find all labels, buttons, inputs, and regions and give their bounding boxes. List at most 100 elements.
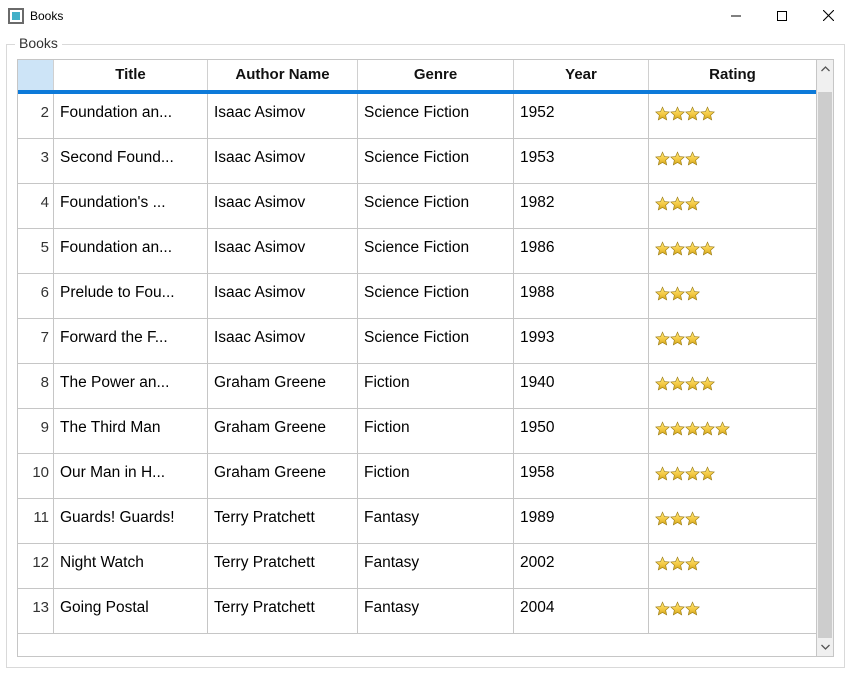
cell-rating[interactable] bbox=[649, 409, 816, 453]
table-row[interactable]: 6Prelude to Fou...Isaac AsimovScience Fi… bbox=[18, 274, 816, 319]
table-row[interactable]: 4Foundation's ...Isaac AsimovScience Fic… bbox=[18, 184, 816, 229]
row-number[interactable]: 6 bbox=[18, 274, 54, 318]
cell-genre[interactable]: Fantasy bbox=[358, 589, 514, 633]
col-rating[interactable]: Rating bbox=[649, 60, 816, 90]
cell-year[interactable]: 1986 bbox=[514, 229, 649, 273]
row-number[interactable]: 5 bbox=[18, 229, 54, 273]
cell-genre[interactable]: Science Fiction bbox=[358, 139, 514, 183]
cell-genre[interactable]: Fiction bbox=[358, 454, 514, 498]
cell-year[interactable]: 2002 bbox=[514, 544, 649, 588]
minimize-button[interactable] bbox=[713, 0, 759, 31]
cell-title[interactable]: Night Watch bbox=[54, 544, 208, 588]
col-title[interactable]: Title bbox=[54, 60, 208, 90]
table-row[interactable]: 9The Third ManGraham GreeneFiction1950 bbox=[18, 409, 816, 454]
cell-author[interactable]: Isaac Asimov bbox=[208, 274, 358, 318]
cell-genre[interactable]: Science Fiction bbox=[358, 94, 514, 138]
books-grid[interactable]: Title Author Name Genre Year Rating 2Fou… bbox=[17, 59, 817, 657]
cell-genre[interactable]: Science Fiction bbox=[358, 319, 514, 363]
cell-genre[interactable]: Science Fiction bbox=[358, 184, 514, 228]
cell-title[interactable]: The Power an... bbox=[54, 364, 208, 408]
cell-author[interactable]: Isaac Asimov bbox=[208, 139, 358, 183]
table-row[interactable]: 2Foundation an...Isaac AsimovScience Fic… bbox=[18, 94, 816, 139]
table-row[interactable]: 12Night WatchTerry PratchettFantasy2002 bbox=[18, 544, 816, 589]
cell-author[interactable]: Graham Greene bbox=[208, 364, 358, 408]
row-header-corner[interactable] bbox=[18, 60, 54, 90]
row-number[interactable]: 11 bbox=[18, 499, 54, 543]
cell-year[interactable]: 1940 bbox=[514, 364, 649, 408]
cell-rating[interactable] bbox=[649, 589, 816, 633]
cell-author[interactable]: Terry Pratchett bbox=[208, 544, 358, 588]
cell-rating[interactable] bbox=[649, 94, 816, 138]
scroll-track[interactable] bbox=[817, 78, 833, 638]
row-number[interactable]: 12 bbox=[18, 544, 54, 588]
row-number[interactable]: 7 bbox=[18, 319, 54, 363]
scroll-down-button[interactable] bbox=[817, 638, 833, 656]
row-number[interactable]: 8 bbox=[18, 364, 54, 408]
cell-title[interactable]: Forward the F... bbox=[54, 319, 208, 363]
cell-year[interactable]: 1950 bbox=[514, 409, 649, 453]
titlebar[interactable]: Books bbox=[0, 0, 851, 32]
maximize-button[interactable] bbox=[759, 0, 805, 31]
cell-genre[interactable]: Science Fiction bbox=[358, 274, 514, 318]
cell-genre[interactable]: Fantasy bbox=[358, 544, 514, 588]
cell-rating[interactable] bbox=[649, 319, 816, 363]
cell-title[interactable]: Foundation's ... bbox=[54, 184, 208, 228]
close-button[interactable] bbox=[805, 0, 851, 31]
cell-rating[interactable] bbox=[649, 454, 816, 498]
table-row[interactable]: 7Forward the F...Isaac AsimovScience Fic… bbox=[18, 319, 816, 364]
col-year[interactable]: Year bbox=[514, 60, 649, 90]
cell-year[interactable]: 1953 bbox=[514, 139, 649, 183]
row-number[interactable]: 3 bbox=[18, 139, 54, 183]
cell-author[interactable]: Isaac Asimov bbox=[208, 319, 358, 363]
cell-rating[interactable] bbox=[649, 139, 816, 183]
cell-author[interactable]: Terry Pratchett bbox=[208, 589, 358, 633]
cell-rating[interactable] bbox=[649, 544, 816, 588]
cell-title[interactable]: Second Found... bbox=[54, 139, 208, 183]
table-row[interactable]: 13Going PostalTerry PratchettFantasy2004 bbox=[18, 589, 816, 634]
cell-genre[interactable]: Fiction bbox=[358, 409, 514, 453]
cell-rating[interactable] bbox=[649, 184, 816, 228]
cell-genre[interactable]: Science Fiction bbox=[358, 229, 514, 273]
scroll-up-button[interactable] bbox=[817, 60, 833, 78]
scroll-thumb[interactable] bbox=[818, 92, 832, 638]
cell-title[interactable]: Going Postal bbox=[54, 589, 208, 633]
cell-year[interactable]: 1952 bbox=[514, 94, 649, 138]
cell-rating[interactable] bbox=[649, 229, 816, 273]
cell-author[interactable]: Isaac Asimov bbox=[208, 94, 358, 138]
table-row[interactable]: 8The Power an...Graham GreeneFiction1940 bbox=[18, 364, 816, 409]
cell-title[interactable]: Our Man in H... bbox=[54, 454, 208, 498]
table-row[interactable]: 10Our Man in H...Graham GreeneFiction195… bbox=[18, 454, 816, 499]
cell-year[interactable]: 1988 bbox=[514, 274, 649, 318]
cell-title[interactable]: Foundation an... bbox=[54, 229, 208, 273]
cell-rating[interactable] bbox=[649, 499, 816, 543]
cell-year[interactable]: 1993 bbox=[514, 319, 649, 363]
vertical-scrollbar[interactable] bbox=[817, 59, 834, 657]
cell-author[interactable]: Graham Greene bbox=[208, 454, 358, 498]
cell-year[interactable]: 1958 bbox=[514, 454, 649, 498]
cell-title[interactable]: Guards! Guards! bbox=[54, 499, 208, 543]
cell-year[interactable]: 2004 bbox=[514, 589, 649, 633]
row-number[interactable]: 9 bbox=[18, 409, 54, 453]
col-author[interactable]: Author Name bbox=[208, 60, 358, 90]
cell-genre[interactable]: Fiction bbox=[358, 364, 514, 408]
row-number[interactable]: 13 bbox=[18, 589, 54, 633]
col-genre[interactable]: Genre bbox=[358, 60, 514, 90]
cell-year[interactable]: 1982 bbox=[514, 184, 649, 228]
table-row[interactable]: 11Guards! Guards!Terry PratchettFantasy1… bbox=[18, 499, 816, 544]
cell-rating[interactable] bbox=[649, 274, 816, 318]
cell-author[interactable]: Isaac Asimov bbox=[208, 229, 358, 273]
table-row[interactable]: 3Second Found...Isaac AsimovScience Fict… bbox=[18, 139, 816, 184]
row-number[interactable]: 10 bbox=[18, 454, 54, 498]
table-row[interactable]: 5Foundation an...Isaac AsimovScience Fic… bbox=[18, 229, 816, 274]
cell-title[interactable]: Foundation an... bbox=[54, 94, 208, 138]
cell-rating[interactable] bbox=[649, 364, 816, 408]
row-number[interactable]: 2 bbox=[18, 94, 54, 138]
cell-author[interactable]: Isaac Asimov bbox=[208, 184, 358, 228]
cell-author[interactable]: Graham Greene bbox=[208, 409, 358, 453]
cell-author[interactable]: Terry Pratchett bbox=[208, 499, 358, 543]
cell-genre[interactable]: Fantasy bbox=[358, 499, 514, 543]
cell-title[interactable]: Prelude to Fou... bbox=[54, 274, 208, 318]
cell-year[interactable]: 1989 bbox=[514, 499, 649, 543]
cell-title[interactable]: The Third Man bbox=[54, 409, 208, 453]
row-number[interactable]: 4 bbox=[18, 184, 54, 228]
